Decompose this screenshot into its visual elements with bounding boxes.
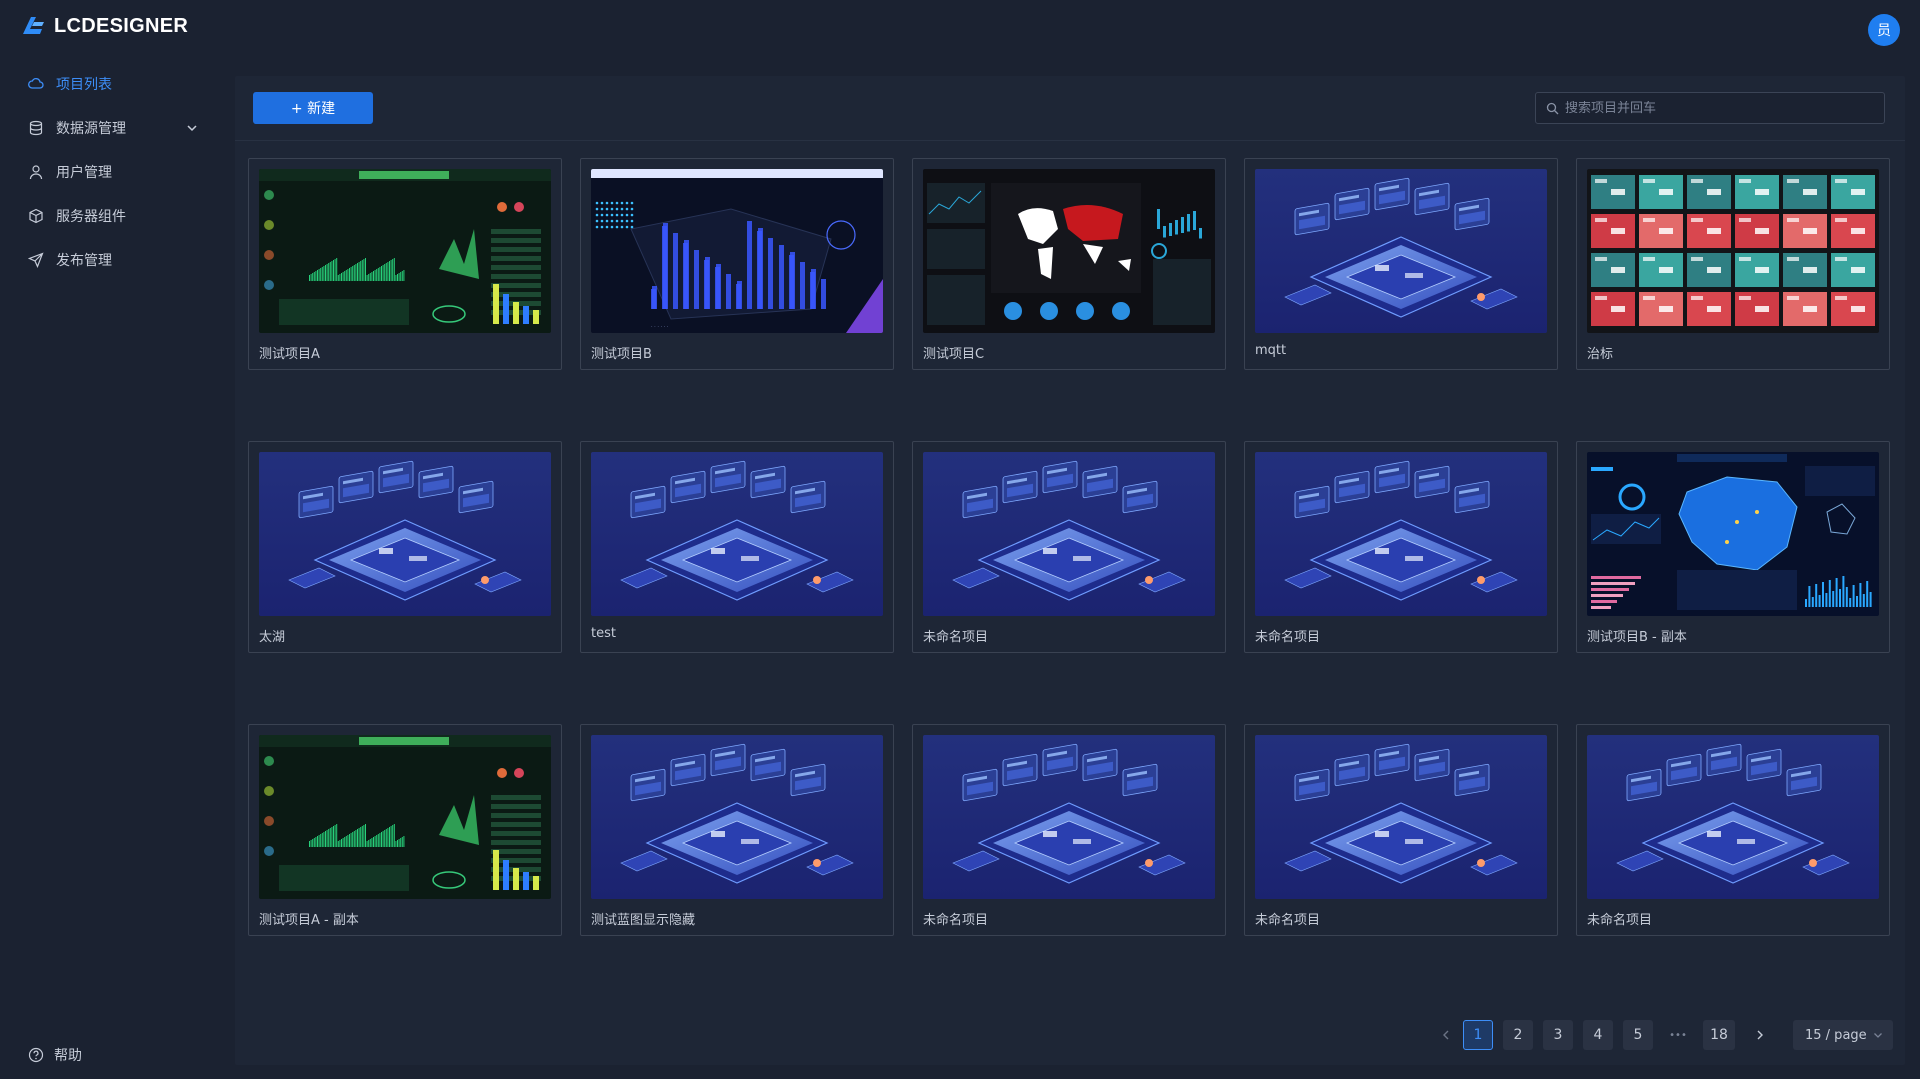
project-name: 未命名项目 [1255,630,1321,645]
sidebar-item-datasource[interactable]: 数据源管理 [0,108,220,148]
project-card[interactable]: 未命名项目 [912,724,1226,936]
project-thumbnail[interactable] [1587,452,1879,616]
project-name: 太湖 [259,630,286,645]
help-label: 帮助 [54,1048,82,1064]
page-3-button[interactable]: 3 [1543,1020,1573,1050]
project-card[interactable]: 治标 [1576,158,1890,370]
project-name: 未命名项目 [1587,913,1653,928]
project-thumbnail[interactable] [923,169,1215,333]
project-name: test [591,626,616,641]
sidebar-item-label: 发布管理 [56,253,112,269]
project-thumbnail[interactable] [1255,169,1547,333]
send-icon [28,252,44,268]
project-thumbnail[interactable] [259,735,551,899]
cloud-icon [28,76,44,92]
next-page-icon[interactable] [1745,1020,1775,1050]
svg-text:. . . . . .: . . . . . . [651,323,669,329]
project-name: 测试蓝图显示隐藏 [591,913,696,928]
project-card[interactable]: 测试项目A [248,158,562,370]
page-4-button[interactable]: 4 [1583,1020,1613,1050]
project-thumbnail[interactable] [259,169,551,333]
sidebar-item-label: 服务器组件 [56,209,126,225]
project-card[interactable]: 测试蓝图显示隐藏 [580,724,894,936]
project-name: 测试项目A [259,347,320,362]
project-card[interactable]: 测试项目A - 副本 [248,724,562,936]
pagination: 1 2 3 4 5 ••• 18 15 / page [235,1020,1905,1052]
chevron-down-icon [1873,1033,1882,1038]
project-name: 未命名项目 [923,913,989,928]
project-card[interactable]: . . . . . . 测试项目B [580,158,894,370]
search-icon [1546,102,1559,114]
page-last-button[interactable]: 18 [1703,1020,1735,1050]
project-card[interactable]: 未命名项目 [1244,441,1558,653]
help-link[interactable]: 帮助 [28,1045,82,1065]
project-card[interactable]: mqtt [1244,158,1558,370]
user-icon [28,164,44,180]
project-thumbnail[interactable] [1587,169,1879,333]
project-thumbnail[interactable] [1255,452,1547,616]
project-name: mqtt [1255,343,1287,358]
project-card[interactable]: 未命名项目 [1244,724,1558,936]
sidebar: 项目列表 数据源管理 用户管理 服务器组件 发布管理 [0,60,220,1079]
page-size-label: 15 / page [1805,1027,1867,1043]
sidebar-item-projects[interactable]: 项目列表 [0,64,220,104]
sidebar-item-publish[interactable]: 发布管理 [0,240,220,280]
project-thumbnail[interactable] [923,735,1215,899]
sidebar-item-users[interactable]: 用户管理 [0,152,220,192]
prev-page-icon[interactable] [1431,1020,1461,1050]
toolbar-divider [235,140,1905,141]
project-name: 测试项目A - 副本 [259,913,359,928]
page-size-select[interactable]: 15 / page [1793,1020,1893,1050]
sidebar-item-server-components[interactable]: 服务器组件 [0,196,220,236]
cube-icon [28,208,44,224]
sidebar-item-label: 用户管理 [56,165,112,181]
avatar[interactable]: 员 [1868,14,1900,46]
project-thumbnail[interactable]: . . . . . . [591,169,883,333]
project-card[interactable]: 测试项目C [912,158,1226,370]
search-box[interactable] [1535,92,1885,124]
help-icon [28,1047,44,1063]
sidebar-item-label: 数据源管理 [56,121,126,137]
search-input[interactable] [1565,100,1865,116]
project-thumbnail[interactable] [1255,735,1547,899]
project-thumbnail[interactable] [923,452,1215,616]
sidebar-item-label: 项目列表 [56,77,112,93]
pagination-ellipsis[interactable]: ••• [1663,1020,1693,1050]
project-name: 治标 [1587,347,1614,362]
project-thumbnail[interactable] [259,452,551,616]
app-logo[interactable]: LCDESIGNER [20,14,188,38]
chevron-down-icon[interactable] [186,122,198,134]
logo-text: LCDESIGNER [54,14,189,37]
project-card[interactable]: 测试项目B - 副本 [1576,441,1890,653]
project-name: 未命名项目 [923,630,989,645]
project-thumbnail[interactable] [591,735,883,899]
project-thumbnail[interactable] [1587,735,1879,899]
project-name: 未命名项目 [1255,913,1321,928]
project-name: 测试项目B [591,347,652,362]
project-card[interactable]: 未命名项目 [912,441,1226,653]
project-thumbnail[interactable] [591,452,883,616]
new-project-button[interactable]: + 新建 [253,92,373,124]
page-1-button[interactable]: 1 [1463,1020,1493,1050]
project-card[interactable]: 太湖 [248,441,562,653]
project-name: 测试项目B - 副本 [1587,630,1687,645]
logo-icon [23,17,44,34]
project-card[interactable]: 未命名项目 [1576,724,1890,936]
page-5-button[interactable]: 5 [1623,1020,1653,1050]
page-2-button[interactable]: 2 [1503,1020,1533,1050]
top-header: LCDESIGNER 员 [0,0,1920,60]
project-card[interactable]: test [580,441,894,653]
project-name: 测试项目C [923,347,985,362]
project-list-panel: + 新建 测试项目A . . . . . . 测试项目B 测试项目C mqtt 治标… [235,76,1905,1065]
database-icon [28,120,44,136]
